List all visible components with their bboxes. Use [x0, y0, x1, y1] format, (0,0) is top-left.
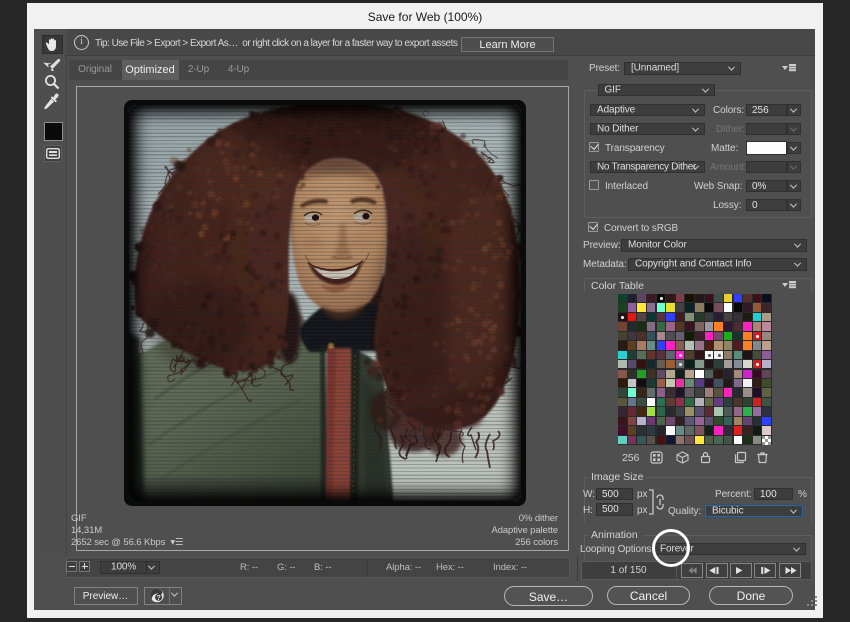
svg-text:?: ? [156, 595, 160, 602]
